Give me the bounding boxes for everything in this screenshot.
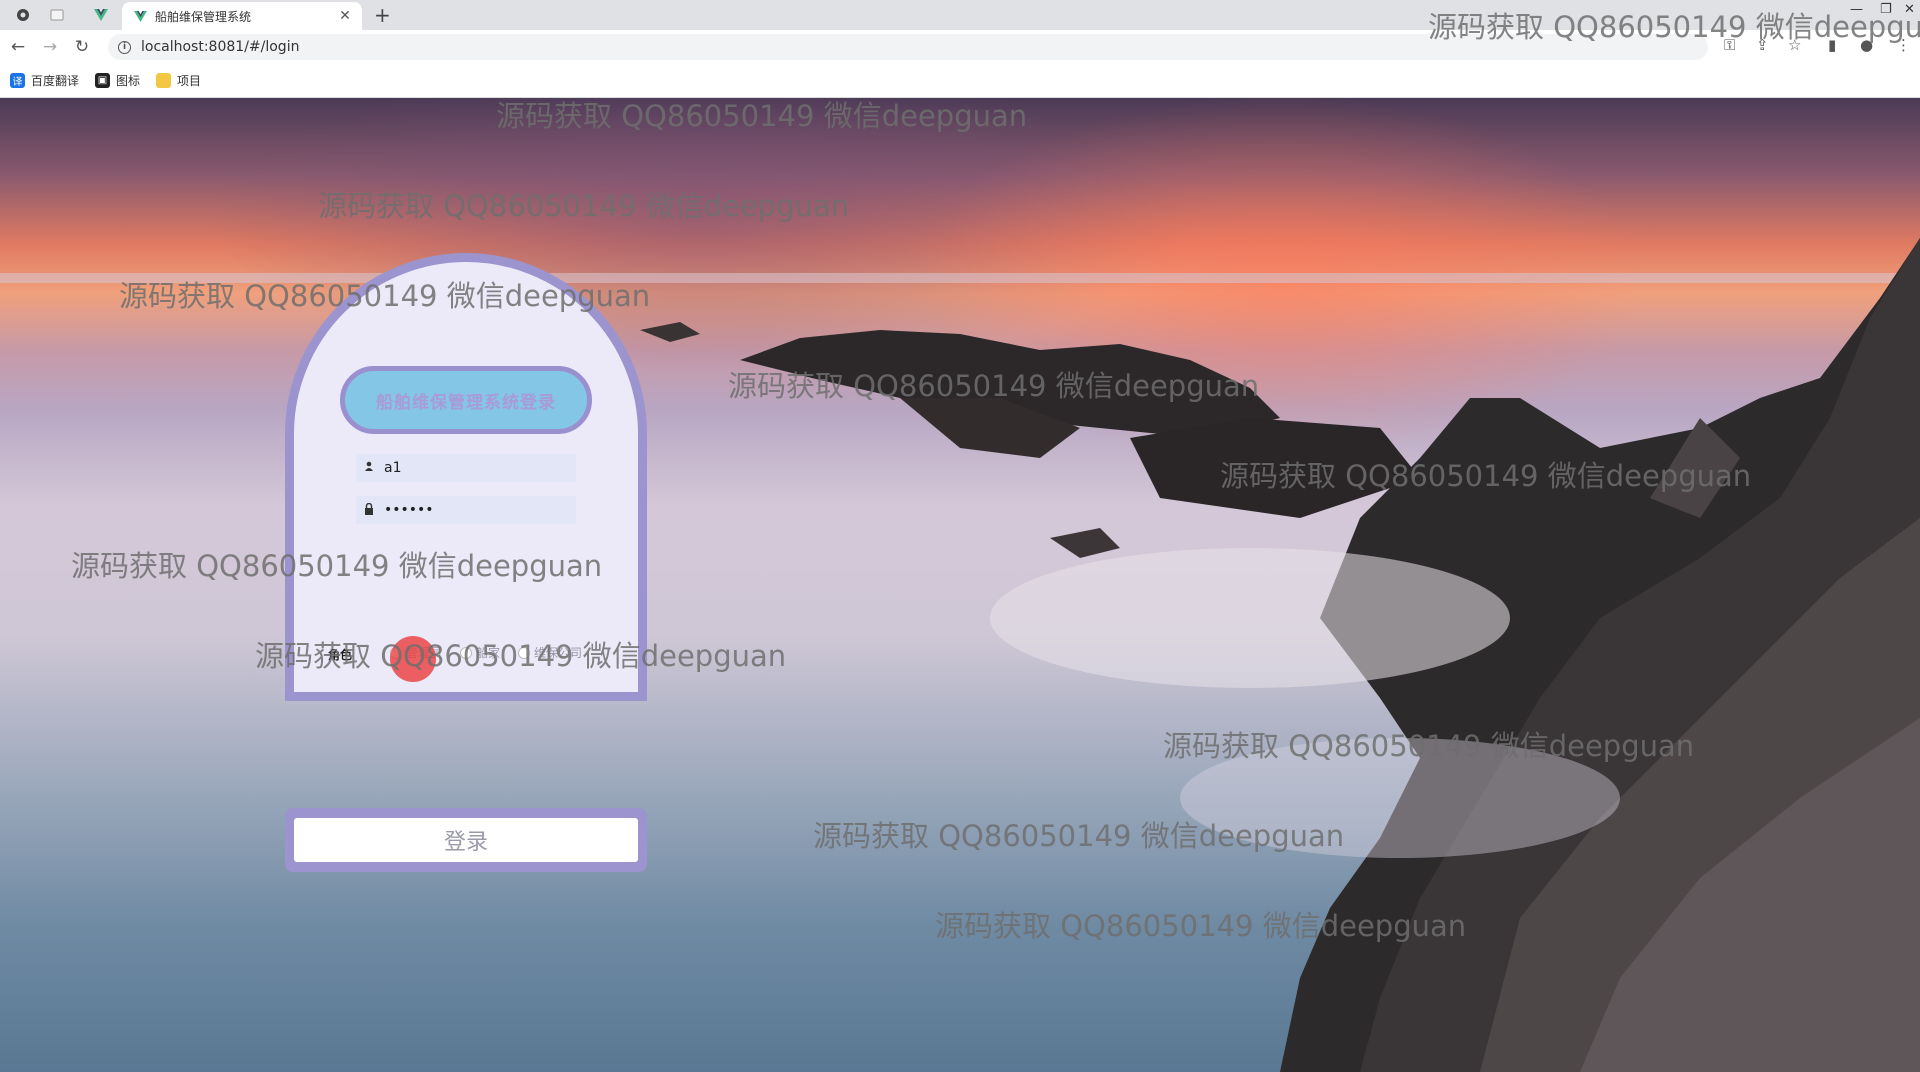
username-field[interactable] [356,454,576,482]
watermark-text: 源码获取 QQ86050149 微信deepguan [318,189,850,223]
password-field[interactable] [356,496,576,524]
bookmark-icons[interactable]: ▣ 图标 [95,72,140,89]
tab-title: 船舶维保管理系统 [155,9,252,24]
watermark-text: 源码获取 QQ86050149 微信deepguan [255,639,787,673]
site-info-icon[interactable]: i [118,40,131,54]
watermark-text: 源码获取 QQ86050149 微信deepguan [935,909,1467,943]
login-title-pill: 船舶维保管理系统登录 [340,366,592,434]
bookmark-project[interactable]: 项目 [156,72,201,89]
watermark-text: 源码获取 QQ86050149 微信deepguan [728,369,1260,403]
blank-tab-icon[interactable] [42,3,72,27]
watermark-text: 源码获取 QQ86050149 微信deepguan [71,549,603,583]
vue-logo-icon [134,7,147,26]
login-title: 船舶维保管理系统登录 [376,392,556,413]
reload-icon[interactable]: ↻ [68,33,96,61]
bookmark-baidu-translate[interactable]: 译 百度翻译 [10,72,79,89]
watermark-text: 源码获取 QQ86050149 微信deepguan [1220,459,1752,493]
user-icon [362,461,376,475]
watermark-text: 源码获取 QQ86050149 微信deepguan [813,819,1345,853]
watermark-text: 源码获取 QQ86050149 微信deepgu [1428,10,1920,44]
new-tab-button[interactable]: + [374,3,391,27]
folder-icon [156,73,172,88]
github-tab-icon[interactable] [8,3,38,27]
lock-icon [362,502,376,518]
login-button-frame: 登录 [285,808,647,872]
image-icon: ▣ [95,73,111,88]
forward-icon[interactable]: → [36,33,64,61]
watermark-text: 源码获取 QQ86050149 微信deepguan [1163,729,1695,763]
tab-close-icon[interactable]: ✕ [336,8,354,24]
url-text: localhost:8081/#/login [141,39,300,55]
password-input[interactable] [384,502,564,518]
login-button[interactable]: 登录 [294,818,638,862]
back-icon[interactable]: ← [4,33,32,61]
watermark-text: 源码获取 QQ86050149 微信deepguan [119,279,651,313]
username-input[interactable] [384,460,564,476]
translate-icon: 译 [10,73,25,88]
vue-tab-icon[interactable] [86,3,116,27]
watermark-text: 源码获取 QQ86050149 微信deepguan [496,99,1028,133]
active-tab[interactable]: 船舶维保管理系统 ✕ [122,2,362,30]
